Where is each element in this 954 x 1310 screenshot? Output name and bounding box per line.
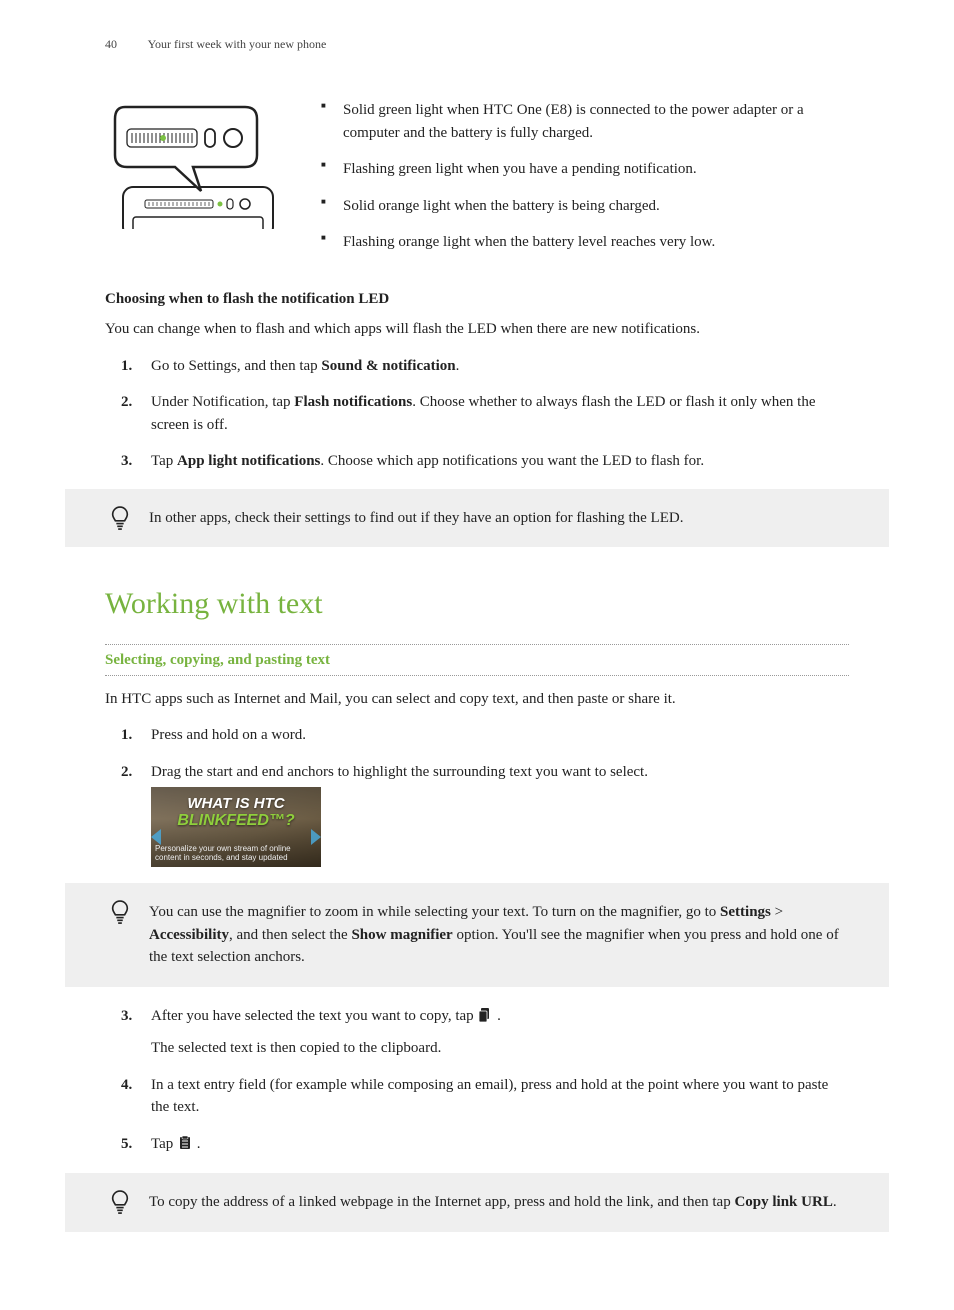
led-status-list: Solid green light when HTC One (E8) is c… bbox=[321, 99, 849, 268]
subsection-title: Selecting, copying, and pasting text bbox=[105, 644, 849, 676]
tip-text: To copy the address of a linked webpage … bbox=[149, 1194, 837, 1210]
banner-subtext: Personalize your own stream of online co… bbox=[155, 844, 317, 863]
list-item: Solid orange light when the battery is b… bbox=[321, 195, 849, 218]
led-section: Solid green light when HTC One (E8) is c… bbox=[105, 99, 849, 268]
document-page: 40 Your first week with your new phone bbox=[0, 0, 954, 1310]
tip-box: In other apps, check their settings to f… bbox=[65, 489, 889, 548]
section-title: Working with text bbox=[105, 581, 849, 626]
list-item: Solid green light when HTC One (E8) is c… bbox=[321, 99, 849, 144]
list-item: Press and hold on a word. bbox=[105, 724, 849, 747]
list-item: Tap App light notifications. Choose whic… bbox=[105, 450, 849, 473]
tip-text: In other apps, check their settings to f… bbox=[149, 510, 683, 526]
lightbulb-icon bbox=[109, 505, 131, 533]
text-intro: In HTC apps such as Internet and Mail, y… bbox=[105, 688, 849, 711]
list-item: Tap . bbox=[105, 1133, 849, 1158]
page-number: 40 bbox=[105, 35, 117, 53]
copy-icon bbox=[479, 1007, 491, 1030]
list-item: Flashing orange light when the battery l… bbox=[321, 231, 849, 254]
step-subtext: The selected text is then copied to the … bbox=[151, 1037, 849, 1060]
tip-box: To copy the address of a linked webpage … bbox=[65, 1173, 889, 1232]
led-subheading: Choosing when to flash the notification … bbox=[105, 288, 849, 311]
paste-icon bbox=[179, 1135, 191, 1158]
tip-text: You can use the magnifier to zoom in whi… bbox=[149, 904, 839, 965]
led-steps-list: Go to Settings, and then tap Sound & not… bbox=[105, 355, 849, 473]
text-steps-3-5: After you have selected the text you wan… bbox=[105, 1005, 849, 1158]
lightbulb-icon bbox=[109, 899, 131, 927]
list-item: After you have selected the text you wan… bbox=[105, 1005, 849, 1060]
list-item: Drag the start and end anchors to highli… bbox=[105, 761, 849, 868]
list-item: Under Notification, tap Flash notificati… bbox=[105, 391, 849, 436]
text-steps-1-2: Press and hold on a word. Drag the start… bbox=[105, 724, 849, 867]
blinkfeed-banner: WHAT IS HTC BLINKFEED™? Personalize your… bbox=[151, 787, 321, 867]
list-item: Flashing green light when you have a pen… bbox=[321, 158, 849, 181]
lightbulb-icon bbox=[109, 1189, 131, 1217]
list-item: In a text entry field (for example while… bbox=[105, 1074, 849, 1119]
phone-led-illustration bbox=[105, 99, 285, 268]
banner-line2: BLINKFEED™? bbox=[151, 809, 321, 833]
tip-box: You can use the magnifier to zoom in whi… bbox=[65, 883, 889, 987]
chapter-title: Your first week with your new phone bbox=[148, 37, 327, 51]
running-header: 40 Your first week with your new phone bbox=[105, 35, 849, 53]
led-intro-text: You can change when to flash and which a… bbox=[105, 318, 849, 341]
list-item: Go to Settings, and then tap Sound & not… bbox=[105, 355, 849, 378]
